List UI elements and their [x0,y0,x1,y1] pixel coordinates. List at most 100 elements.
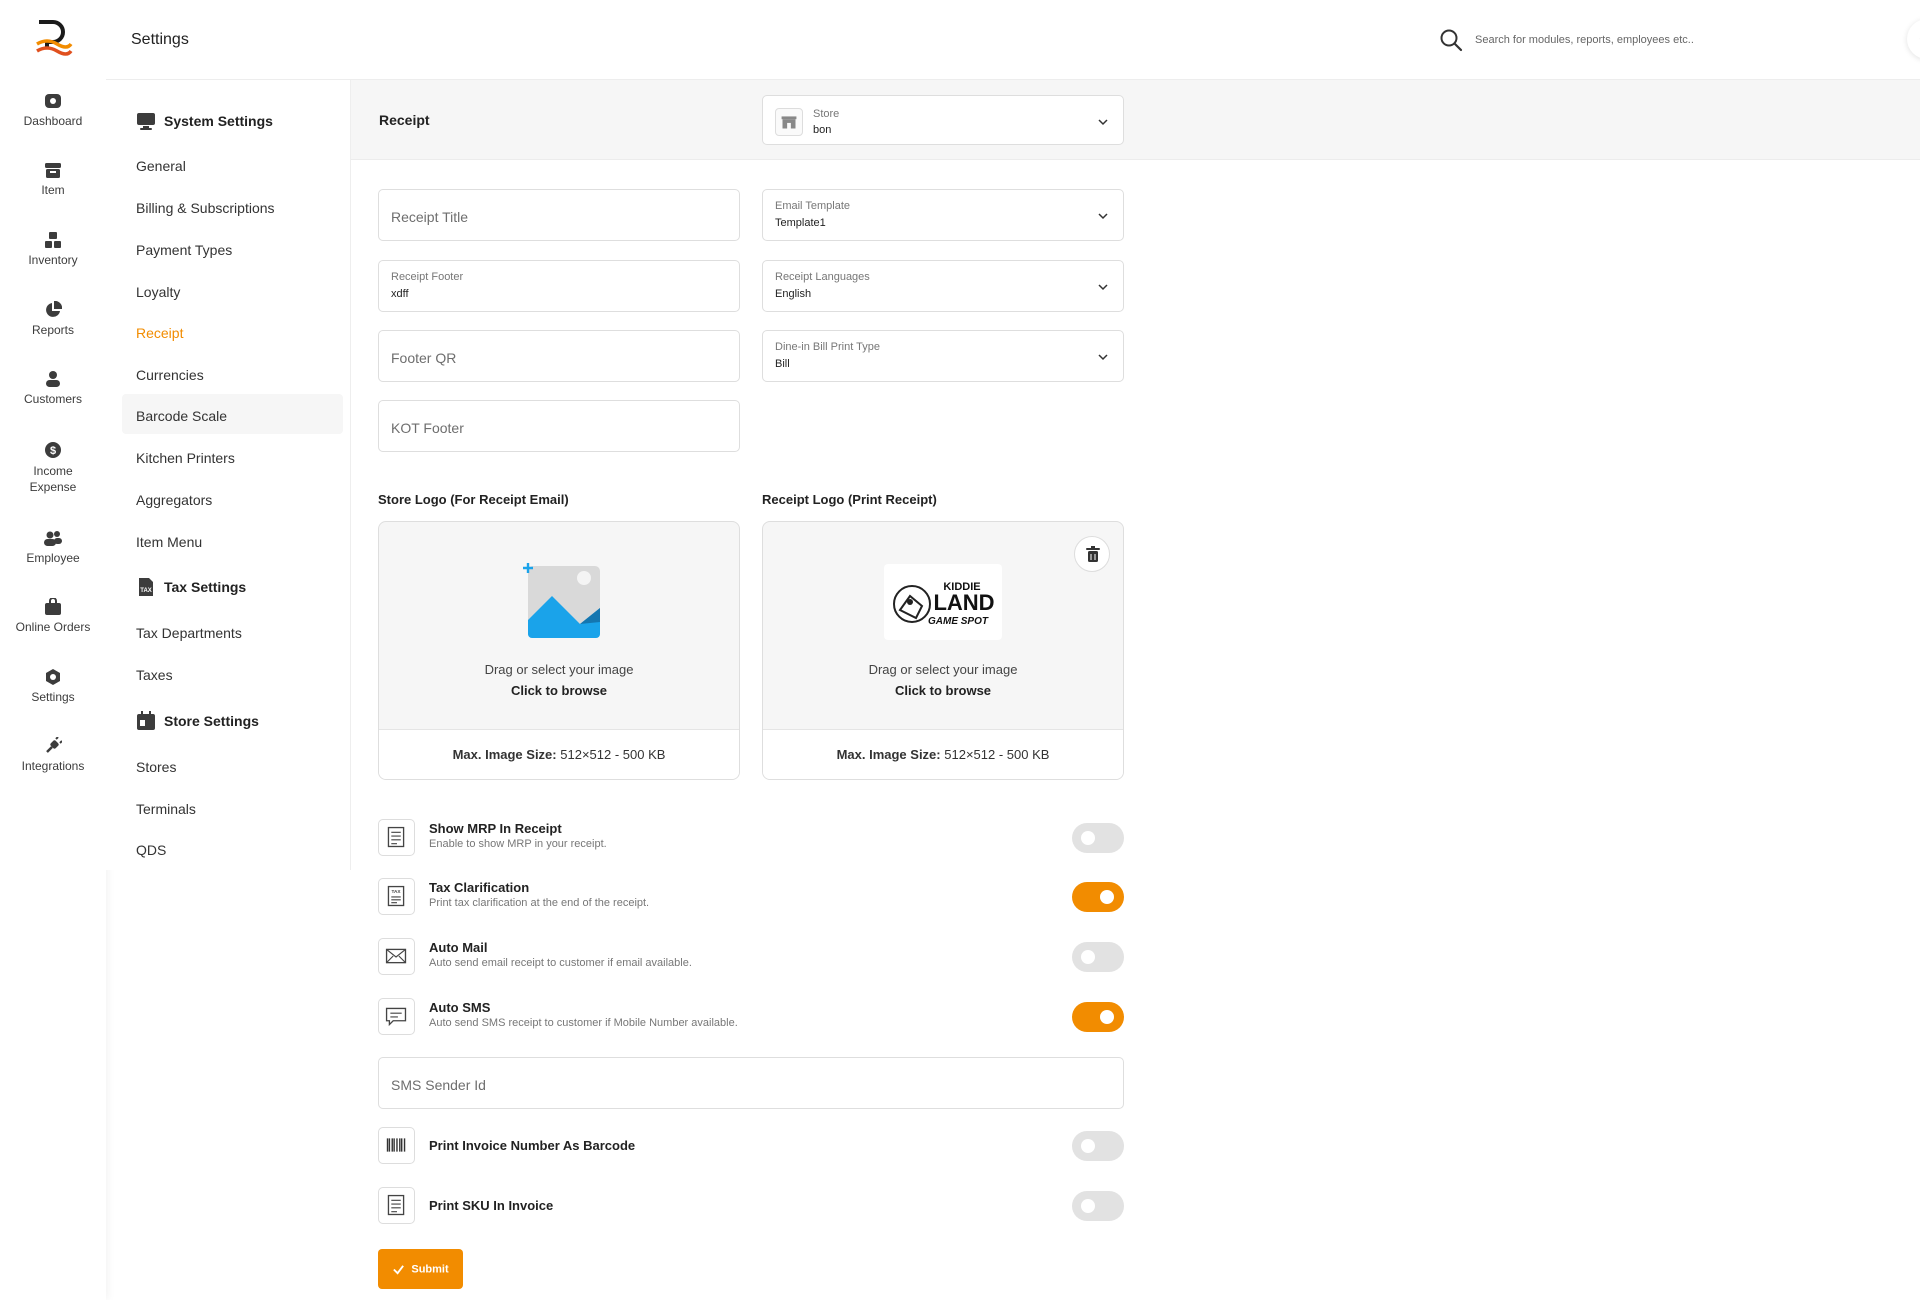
rail-integrations[interactable]: Integrations [0,737,106,773]
menu-item-item-menu[interactable]: Item Menu [136,534,202,550]
receipt-logo-upload[interactable]: KIDDIE LAND GAME SPOT Drag or select you… [762,521,1124,780]
menu-item-receipt[interactable]: Receipt [136,325,183,341]
rail-label: Income Expense [29,464,77,494]
max-size-label: Max. Image Size: [836,747,941,762]
field-value: Template1 [775,217,826,229]
tax-receipt-icon: TAX [378,878,415,915]
top-header: Settings Search for modules, reports, em… [106,0,1920,80]
customers-icon [46,371,60,387]
rail-customers[interactable]: Customers [0,370,106,406]
menu-item-currencies[interactable]: Currencies [136,367,204,383]
menu-item-payment-types[interactable]: Payment Types [136,242,232,258]
menu-item-aggregators[interactable]: Aggregators [136,492,212,508]
store-icon [137,711,155,730]
menu-item-barcode-scale[interactable]: Barcode Scale [136,408,227,424]
rail-label: Online Orders [15,620,91,634]
placeholder: Receipt Title [391,209,469,225]
income-expense-icon: $ [45,442,61,458]
receipt-languages-select[interactable]: Receipt Languages English [762,260,1124,312]
mail-icon [378,938,415,975]
toggle-row-print-sku: Print SKU In Invoice [378,1184,1124,1228]
rail-label: Reports [31,323,75,337]
toggle-knob [1100,890,1114,904]
submit-button[interactable]: Submit [378,1249,463,1289]
field-value: xdff [391,288,409,300]
toggle-desc: Print tax clarification at the end of th… [429,897,650,909]
email-template-select[interactable]: Email Template Template1 [762,189,1124,241]
rail-reports[interactable]: Reports [0,301,106,337]
max-size-note: Max. Image Size: 512×512 - 500 KB [379,729,739,779]
search-input[interactable]: Search for modules, reports, employees e… [1475,34,1694,46]
barcode-icon [378,1127,415,1164]
rail-settings[interactable]: Settings [0,668,106,704]
menu-item-kitchen-printers[interactable]: Kitchen Printers [136,450,235,466]
rail-dashboard[interactable]: Dashboard [0,92,106,128]
invoice-barcode-toggle[interactable] [1072,1131,1124,1161]
drag-text: Drag or select your image [868,662,1018,677]
receipt-header-band: Receipt [351,80,1920,160]
auto-sms-toggle[interactable] [1072,1002,1124,1032]
toggle-knob [1081,1139,1095,1153]
brand-logo[interactable] [33,20,73,58]
svg-text:TAX: TAX [140,588,152,594]
menu-item-stores[interactable]: Stores [136,759,176,775]
check-icon [393,1264,405,1275]
left-rail: Dashboard Item Inventory Reports Custome… [0,0,106,1300]
max-size-note: Max. Image Size: 512×512 - 500 KB [763,729,1123,779]
print-sku-toggle[interactable] [1072,1191,1124,1221]
toggle-row-auto-sms: Auto SMS Auto send SMS receipt to custom… [378,995,1124,1039]
menu-item-billing[interactable]: Billing & Subscriptions [136,200,275,216]
toggle-desc: Auto send SMS receipt to customer if Mob… [429,1017,738,1029]
auto-mail-toggle[interactable] [1072,942,1124,972]
svg-text:$: $ [50,445,56,457]
rail-employee[interactable]: Employee [0,529,106,565]
receipt-footer-field[interactable]: Receipt Footer xdff [378,260,740,312]
dinein-print-type-select[interactable]: Dine-in Bill Print Type Bill [762,330,1124,382]
employee-icon [44,531,62,546]
toggle-row-auto-mail: Auto Mail Auto send email receipt to cus… [378,935,1124,979]
rail-label: Customers [23,392,82,406]
menu-item-qds[interactable]: QDS [136,842,166,858]
footer-qr-field[interactable]: Footer QR [378,330,740,382]
delete-logo-button[interactable] [1074,536,1110,572]
section-label: System Settings [164,113,273,129]
rail-item[interactable]: Item [0,161,106,197]
kot-footer-field[interactable]: KOT Footer [378,400,740,452]
menu-item-terminals[interactable]: Terminals [136,801,196,817]
rail-online-orders[interactable]: Online Orders [0,598,106,634]
field-label: Receipt Footer [391,271,464,283]
store-select[interactable]: Store bon [762,95,1124,145]
menu-item-general[interactable]: General [136,158,186,174]
item-icon [45,163,61,178]
toggle-desc: Enable to show MRP in your receipt. [429,838,607,850]
settings-menu: System Settings General Billing & Subscr… [106,80,351,870]
theme-toggle-button[interactable] [1907,19,1920,59]
receipt-title-field[interactable]: Receipt Title [378,189,740,241]
receipt-logo-image: KIDDIE LAND GAME SPOT [884,564,1002,640]
store-logo-upload[interactable]: Drag or select your image Click to brows… [378,521,740,780]
browse-link[interactable]: Click to browse [379,683,739,698]
menu-item-loyalty[interactable]: Loyalty [136,284,180,300]
browse-link[interactable]: Click to browse [763,683,1123,698]
toggle-row-show-mrp: Show MRP In Receipt Enable to show MRP i… [378,816,1124,860]
rail-label: Employee [26,551,80,565]
online-orders-icon [45,598,61,615]
placeholder: Footer QR [391,350,457,366]
rail-income-expense[interactable]: $ Income Expense [0,441,106,495]
field-value: English [775,288,812,300]
svg-text:TAX: TAX [391,889,401,895]
field-label: Email Template [775,200,850,212]
show-mrp-toggle[interactable] [1072,823,1124,853]
rail-label: Settings [31,690,75,704]
rail-inventory[interactable]: Inventory [0,231,106,267]
menu-item-taxes[interactable]: Taxes [136,667,173,683]
global-search[interactable]: Search for modules, reports, employees e… [1439,28,1739,52]
toggle-row-invoice-barcode: Print Invoice Number As Barcode [378,1124,1124,1168]
dashboard-icon [45,94,61,108]
menu-item-tax-departments[interactable]: Tax Departments [136,625,242,641]
sms-sender-id-field[interactable]: SMS Sender Id [378,1057,1124,1109]
rail-label: Inventory [28,253,78,267]
toggle-title: Auto Mail [429,940,488,955]
field-value: Bill [775,358,790,370]
tax-clarification-toggle[interactable] [1072,882,1124,912]
